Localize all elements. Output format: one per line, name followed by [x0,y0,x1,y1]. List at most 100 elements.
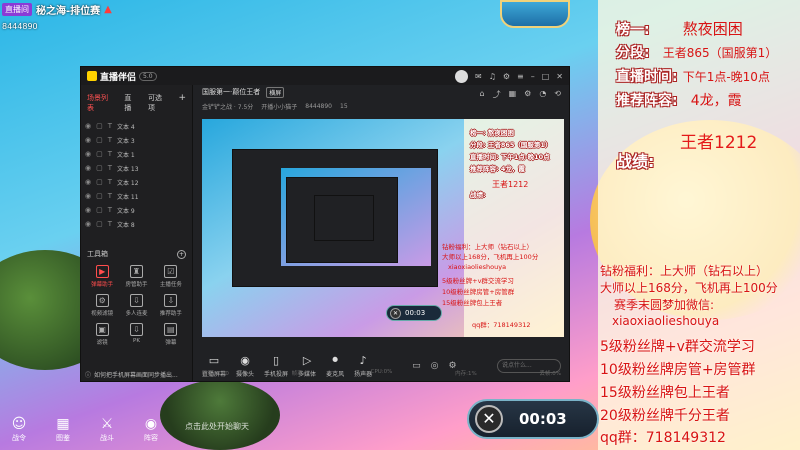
timer-value: 00:03 [519,410,567,428]
list-item[interactable]: ◉ ▢ T 文本 11 [81,189,192,203]
nested-lineup: 推荐阵容: 4龙，霞 [470,165,525,173]
menu-icon[interactable]: ≡ [517,72,524,81]
close-icon[interactable]: ✕ [475,405,503,433]
list-item[interactable]: ◉ ▢ T 文本 4 [81,119,192,133]
list-item[interactable]: ◉ ▢ T 文本 1 [81,147,192,161]
add-tool-icon[interactable]: + [177,249,186,259]
rank-label: 榜一: [616,22,650,38]
lock-icon[interactable]: ▢ [96,192,103,200]
share-icon[interactable]: ⤴ [493,89,501,100]
minimize-icon[interactable]: – [531,72,535,81]
floating-island [160,380,280,450]
tool-label: PK [133,338,140,344]
icon-label: 战令 [12,434,26,442]
tool-multi[interactable]: ⇩ 多人连麦 [119,294,153,317]
scene-label: 文本 3 [117,137,135,145]
book-icon[interactable]: ▦ 图鉴 [50,415,76,447]
tool-task[interactable]: ☑ 主播任务 [154,265,188,288]
list-item[interactable]: ◉ ▢ T 文本 12 [81,175,192,189]
lock-icon[interactable]: ▢ [96,136,103,144]
nested-line: 大师以上168分，飞机再上100分 [442,253,539,261]
nested-line: 15级粉丝牌包上王者 [442,299,503,307]
lock-icon[interactable]: ▢ [96,206,103,214]
tool-danmaku[interactable]: ▶ 弹幕助手 [85,265,119,288]
eye-icon[interactable]: ◉ [85,122,91,130]
eye-icon[interactable]: ◉ [85,220,91,228]
tool-filter[interactable]: ⚙ 视频滤镜 [85,294,119,317]
lock-icon[interactable]: ▢ [96,220,103,228]
close-icon[interactable]: ✕ [556,72,563,81]
lineup-icon[interactable]: ◉ 阵容 [138,415,164,447]
tab-scenes[interactable]: 场景列表 [87,93,114,113]
status-drop: 丢帧:0% [539,371,561,377]
toolbox-header: 工具箱 + [81,233,192,265]
settings-icon[interactable]: ⚙ [524,89,531,100]
app-logo: 直播伴侣 5.0 [87,70,157,83]
eye-icon[interactable]: ◉ [85,150,91,158]
nested-time: 直播时间: 下午1点-晚10点 [470,153,550,161]
list-item[interactable]: ◉ ▢ T 文本 13 [81,161,192,175]
text-icon: T [107,192,113,200]
lineup-label: 推荐阵容: [616,93,678,109]
tool-pk[interactable]: ⇩ PK [119,323,153,346]
orientation-tag[interactable]: 横屏 [266,86,285,98]
status-fps: 帧率:0 [291,371,308,377]
main-area: 国服第一·巅位王者 横屏 金铲铲之战 · 7.5分 开播小小猫子 8444890… [194,85,569,381]
room-title[interactable]: 国服第一·巅位王者 [202,87,260,97]
nested-preview: 榜一: 熬夜困困 分段: 王者865（国服第1） 直播时间: 下午1点-晚10点… [202,119,564,337]
gift-icon[interactable]: ⌂ [480,89,485,100]
layout-icon[interactable]: ▦ [509,89,517,100]
tool-effect[interactable]: ▣ 滤镜 [85,323,119,346]
list-item[interactable]: ◉ ▢ T 文本 8 [81,217,192,231]
rank-row: 榜一: 熬夜困困 [616,18,743,39]
maximize-icon[interactable]: □ [542,72,550,81]
smile-icon[interactable]: ☺ 战令 [6,415,32,447]
nested-line: 钻粉福利：上大师（钻石以上） [442,243,533,251]
warning-icon: ▲ [104,4,112,15]
eye-icon[interactable]: ◉ [85,206,91,214]
tool-bullet[interactable]: ▤ 弹幕 [154,323,188,346]
eye-icon[interactable]: ◉ [85,178,91,186]
notification-icon[interactable]: ◔ [539,89,546,100]
tool-label: 弹幕助手 [91,282,114,288]
fan-count: 15 [340,102,348,110]
link-icon[interactable]: ⟲ [554,89,561,100]
scene-label: 文本 1 [117,151,135,159]
tool-admin[interactable]: ♜ 房管助手 [119,265,153,288]
status-bar: 码率:3000 帧率:0 CPU:0% 内存:1% 丢帧:0% [202,369,561,377]
lock-icon[interactable]: ▢ [96,164,103,172]
eye-icon[interactable]: ◉ [85,164,91,172]
info-line-2: 大师以上168分，飞机再上100分 [600,281,778,295]
avatar[interactable] [454,69,468,83]
speaker-icon: ♪ [359,353,367,367]
add-scene-icon[interactable]: + [178,93,186,113]
text-icon: T [107,150,113,158]
tab-options[interactable]: 可选项 [148,93,168,113]
gear-icon[interactable]: ⚙ [503,72,510,81]
eye-icon[interactable]: ◉ [85,136,91,144]
nested-line: 5级粉丝牌+v群交流学习 [442,277,514,285]
chat-prompt[interactable]: 点击此处开始聊天 [185,421,249,432]
eye-icon[interactable]: ◉ [85,192,91,200]
text-icon: T [107,122,113,130]
info-line-1: 钻粉福利：上大师（钻石以上） [600,264,769,278]
lineup-row: 推荐阵容: 4龙，霞 [616,90,742,110]
nested-record: 战绩: [470,191,486,199]
tab-live[interactable]: 直播 [124,93,138,113]
tool-recommend[interactable]: ⇩ 推荐助手 [154,294,188,317]
banner-decoration [500,0,570,28]
lock-icon[interactable]: ▢ [96,122,103,130]
task-icon: ☑ [164,265,178,278]
bell-icon[interactable]: ♫ [489,72,496,81]
admin-icon: ♜ [129,265,143,278]
list-item[interactable]: ◉ ▢ T 文本 9 [81,203,192,217]
version-badge: 5.0 [139,71,157,81]
lock-icon[interactable]: ▢ [96,150,103,158]
status-cpu: CPU:0% [370,369,393,375]
mail-icon[interactable]: ✉ [475,72,482,81]
lock-icon[interactable]: ▢ [96,178,103,186]
bullet-icon: ▤ [164,323,178,336]
sword-icon[interactable]: ⚔ 战斗 [94,415,120,447]
help-link[interactable]: ⓘ 如何把手机屏幕画面同步播出... [81,367,192,381]
list-item[interactable]: ◉ ▢ T 文本 3 [81,133,192,147]
